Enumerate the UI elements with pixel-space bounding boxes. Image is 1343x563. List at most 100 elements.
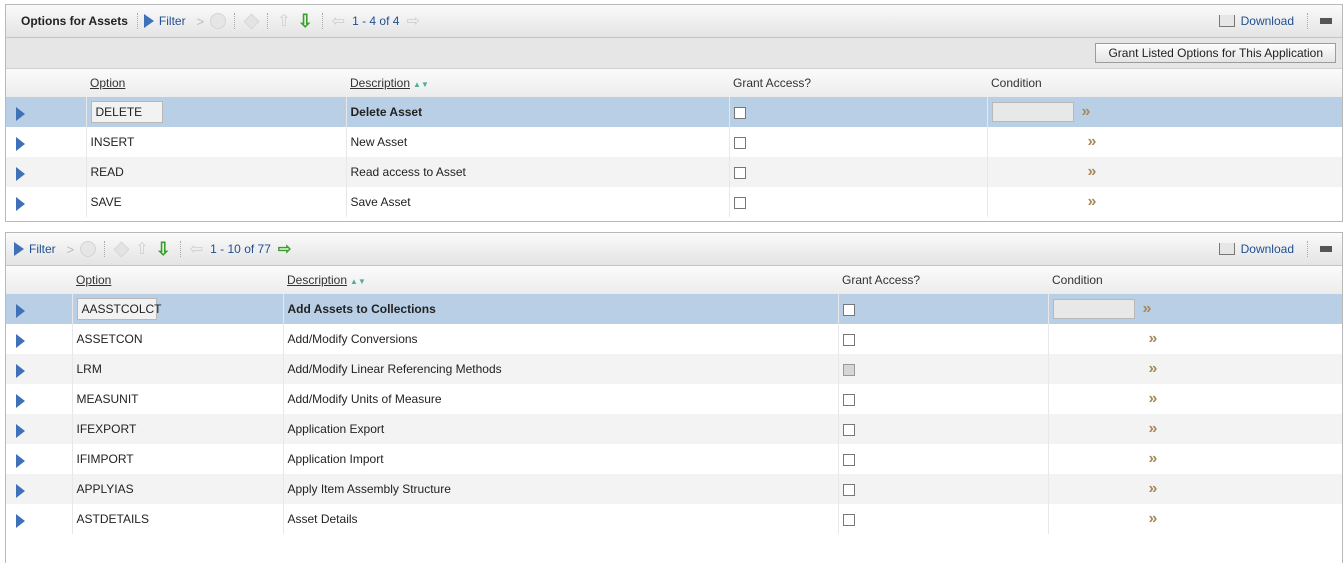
- options-for-assets-panel: Options for Assets Filter > ⇧ ⇩ ⇦ 1 - 4 …: [5, 4, 1343, 222]
- sort-ascending-icon: ▲▼: [413, 80, 429, 89]
- grant-access-checkbox[interactable]: [842, 423, 855, 436]
- option-description: Save Asset: [345, 187, 729, 217]
- filter-link[interactable]: Filter: [29, 242, 56, 256]
- double-chevron-right-icon[interactable]: »: [1149, 510, 1158, 527]
- option-code: IFIMPORT: [71, 444, 283, 474]
- condition-field[interactable]: [1052, 299, 1135, 319]
- expand-row-icon[interactable]: [16, 363, 25, 378]
- download-link[interactable]: Download: [1241, 242, 1294, 256]
- option-description: Application Export: [282, 414, 838, 444]
- column-header-condition: Condition: [1048, 266, 1342, 294]
- next-page-icon[interactable]: ⇨: [278, 239, 291, 259]
- arrow-up-icon: ⇧: [277, 13, 291, 30]
- double-chevron-right-icon[interactable]: »: [1149, 450, 1158, 467]
- option-description: Asset Details: [282, 504, 838, 534]
- filter-icon[interactable]: [143, 14, 154, 28]
- option-description: Add Assets to Collections: [282, 294, 838, 324]
- option-code: ASSETCON: [71, 324, 283, 354]
- sort-ascending-icon: ▲▼: [350, 277, 366, 286]
- double-chevron-right-icon[interactable]: »: [1143, 300, 1152, 317]
- table-row[interactable]: AASSTCOLCT Add Assets to Collections »: [6, 294, 1342, 324]
- filter-link[interactable]: Filter: [159, 14, 186, 28]
- option-code: INSERT: [85, 127, 346, 157]
- option-description: Delete Asset: [345, 97, 729, 127]
- table-row[interactable]: IFEXPORT Application Export »: [6, 414, 1342, 444]
- condition-field[interactable]: [991, 102, 1074, 122]
- option-field[interactable]: DELETE: [90, 101, 163, 123]
- clear-filter-icon: [113, 241, 130, 257]
- arrow-down-icon[interactable]: ⇩: [298, 11, 313, 32]
- options-table: Option Description ▲▼ Grant Access? Condi…: [6, 266, 1342, 534]
- expand-row-icon[interactable]: [16, 513, 25, 528]
- panel-title: Options for Assets: [21, 14, 128, 28]
- column-header-option[interactable]: Option: [86, 69, 346, 97]
- arrow-down-icon[interactable]: ⇩: [156, 239, 171, 260]
- expand-row-icon[interactable]: [16, 136, 25, 151]
- expand-row-icon[interactable]: [16, 423, 25, 438]
- option-description: Add/Modify Linear Referencing Methods: [282, 354, 838, 384]
- column-header-option[interactable]: Option: [72, 266, 283, 294]
- grant-access-checkbox[interactable]: [733, 136, 746, 149]
- table-row[interactable]: DELETE Delete Asset »: [6, 97, 1342, 127]
- double-chevron-right-icon[interactable]: »: [1088, 133, 1097, 150]
- expand-row-icon[interactable]: [16, 393, 25, 408]
- expand-row-icon[interactable]: [16, 333, 25, 348]
- option-code: APPLYIAS: [71, 474, 283, 504]
- double-chevron-right-icon[interactable]: »: [1149, 480, 1158, 497]
- option-code: ASTDETAILS: [71, 504, 283, 534]
- table-row[interactable]: ASTDETAILS Asset Details »: [6, 504, 1342, 534]
- expand-row-icon[interactable]: [16, 166, 25, 181]
- expand-row-icon[interactable]: [16, 453, 25, 468]
- minimize-icon[interactable]: [1320, 18, 1332, 24]
- grant-access-checkbox[interactable]: [842, 483, 855, 496]
- double-chevron-right-icon[interactable]: »: [1088, 163, 1097, 180]
- column-header-description[interactable]: Description ▲▼: [283, 266, 838, 294]
- table-row[interactable]: LRM Add/Modify Linear Referencing Method…: [6, 354, 1342, 384]
- table-row[interactable]: APPLYIAS Apply Item Assembly Structure »: [6, 474, 1342, 504]
- option-description: New Asset: [345, 127, 729, 157]
- grant-bar: Grant Listed Options for This Applicatio…: [6, 38, 1342, 69]
- table-row[interactable]: ASSETCON Add/Modify Conversions »: [6, 324, 1342, 354]
- option-field[interactable]: AASSTCOLCT: [76, 298, 162, 320]
- grant-access-checkbox[interactable]: [733, 196, 746, 209]
- grant-access-checkbox[interactable]: [842, 363, 855, 376]
- option-description: Add/Modify Units of Measure: [282, 384, 838, 414]
- double-chevron-right-icon[interactable]: »: [1149, 390, 1158, 407]
- grant-access-checkbox[interactable]: [842, 333, 855, 346]
- double-chevron-right-icon[interactable]: »: [1082, 103, 1091, 120]
- column-header-description[interactable]: Description ▲▼: [346, 69, 729, 97]
- chevron-right-icon: >: [196, 13, 205, 29]
- column-header-grant-access: Grant Access?: [729, 69, 987, 97]
- grant-access-checkbox[interactable]: [733, 106, 746, 119]
- record-count: 1 - 4 of 4: [352, 14, 400, 28]
- grant-access-checkbox[interactable]: [842, 393, 855, 406]
- download-icon[interactable]: [1218, 243, 1235, 255]
- option-code: SAVE: [85, 187, 346, 217]
- table-row[interactable]: READ Read access to Asset »: [6, 157, 1342, 187]
- double-chevron-right-icon[interactable]: »: [1149, 330, 1158, 347]
- grant-listed-options-button[interactable]: Grant Listed Options for This Applicatio…: [1095, 43, 1336, 63]
- double-chevron-right-icon[interactable]: »: [1088, 193, 1097, 210]
- table-row[interactable]: SAVE Save Asset »: [6, 187, 1342, 217]
- filter-icon[interactable]: [14, 242, 24, 256]
- option-code: LRM: [71, 354, 283, 384]
- double-chevron-right-icon[interactable]: »: [1149, 420, 1158, 437]
- expand-row-icon[interactable]: [16, 106, 25, 121]
- expand-row-icon[interactable]: [16, 303, 25, 318]
- download-link[interactable]: Download: [1241, 14, 1294, 28]
- table-row[interactable]: MEASUNIT Add/Modify Units of Measure »: [6, 384, 1342, 414]
- grant-access-checkbox[interactable]: [733, 166, 746, 179]
- table-row[interactable]: IFIMPORT Application Import »: [6, 444, 1342, 474]
- expand-row-icon[interactable]: [16, 196, 25, 211]
- option-description: Add/Modify Conversions: [282, 324, 838, 354]
- grant-access-checkbox[interactable]: [842, 453, 855, 466]
- expand-row-icon[interactable]: [16, 483, 25, 498]
- grant-access-checkbox[interactable]: [842, 513, 855, 526]
- panel2-toolbar: Filter > ⇧ ⇩ ⇦ 1 - 10 of 77 ⇨ Download: [6, 233, 1342, 266]
- minimize-icon[interactable]: [1320, 246, 1332, 252]
- option-description: Application Import: [282, 444, 838, 474]
- table-row[interactable]: INSERT New Asset »: [6, 127, 1342, 157]
- double-chevron-right-icon[interactable]: »: [1149, 360, 1158, 377]
- download-icon[interactable]: [1218, 15, 1235, 27]
- grant-access-checkbox[interactable]: [842, 303, 855, 316]
